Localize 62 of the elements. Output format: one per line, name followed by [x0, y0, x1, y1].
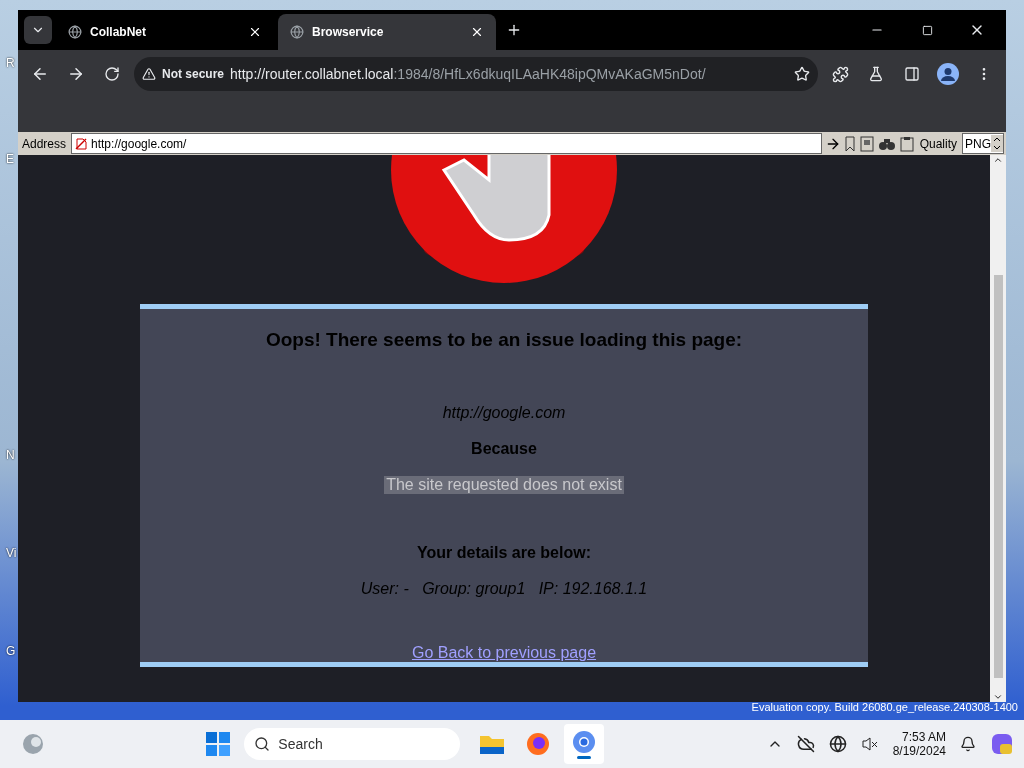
puzzle-icon	[831, 65, 849, 83]
clipboard-icon[interactable]	[898, 135, 915, 152]
desktop-icon-label: G	[6, 644, 16, 658]
address-field[interactable]: http://google.com/	[71, 133, 822, 154]
warning-icon	[142, 67, 156, 81]
desktop-icon-label: Vi	[6, 546, 17, 560]
scroll-down-icon[interactable]	[993, 692, 1003, 702]
reload-icon	[104, 66, 120, 82]
scrollbar[interactable]	[990, 155, 1006, 702]
network-icon[interactable]	[828, 735, 847, 753]
search-icon	[254, 736, 271, 752]
tab-search-button[interactable]	[24, 16, 52, 44]
scrollbar-thumb[interactable]	[993, 275, 1003, 678]
copilot-icon[interactable]	[990, 732, 1014, 756]
maximize-icon	[921, 24, 933, 36]
taskbar-search[interactable]: Search	[244, 728, 461, 760]
clock[interactable]: 7:53 AM 8/19/2024	[892, 730, 946, 758]
desktop-icon-label: E	[6, 152, 14, 166]
start-button[interactable]	[206, 732, 231, 756]
because-label: Because	[471, 440, 537, 458]
error-title: Oops! There seems to be an issue loading this page:	[265, 329, 743, 351]
security-label: Not secure	[162, 67, 225, 81]
speaker-muted-icon[interactable]	[860, 735, 879, 753]
url-text: http://router.collabnet.local:1984/8/HfLx6dkuqILAaHK48ipQMvAKaGM5nDot/	[230, 66, 707, 82]
bookmark-star-icon[interactable]	[794, 66, 810, 82]
avatar-icon	[937, 63, 959, 85]
tab-title: Browservice	[312, 25, 385, 39]
plus-icon	[506, 22, 522, 38]
user-details: User: - Group: group1 IP: 192.168.1.1	[360, 580, 648, 598]
close-icon[interactable]	[470, 25, 484, 39]
browser-tab[interactable]: CollabNet	[56, 14, 274, 50]
notification-icon[interactable]	[960, 736, 976, 752]
blocked-icon	[75, 137, 88, 150]
firefox-icon	[526, 732, 551, 756]
globe-icon	[68, 25, 82, 39]
globe-icon	[290, 25, 304, 39]
requested-url: http://google.com	[442, 404, 566, 422]
cloud-off-icon[interactable]	[796, 735, 815, 753]
save-icon[interactable]	[858, 135, 875, 152]
folder-icon	[479, 733, 506, 755]
scroll-up-icon[interactable]	[993, 155, 1003, 165]
desktop-icon-label: R	[6, 56, 15, 70]
flask-icon	[868, 66, 884, 82]
back-link[interactable]: Go Back to previous page	[411, 644, 597, 662]
arrow-right-icon	[67, 65, 85, 83]
address-label: Address	[21, 136, 68, 151]
quality-select[interactable]: PNG	[962, 133, 1004, 154]
watermark-text: Evaluation copy. Build 26080.ge_release.240308-1400	[751, 701, 1018, 713]
details-title: Your details are below:	[417, 544, 591, 562]
close-icon[interactable]	[248, 25, 262, 39]
taskbar-app[interactable]	[564, 724, 605, 764]
desktop-icon-label: N	[6, 448, 15, 462]
quality-label: Quality	[918, 136, 958, 151]
spinner-arrows-icon	[991, 135, 1003, 152]
tab-title: CollabNet	[90, 25, 147, 39]
address-bar[interactable]: Not secure http://router.collabnet.local:1984/8/HfLx6dkuqILAaHK48ipQMvAKaGM5nDot/	[134, 57, 818, 91]
side-panel-icon	[904, 66, 920, 82]
browser-icon	[572, 729, 597, 754]
bookmark-icon[interactable]	[843, 135, 856, 152]
browser-tab[interactable]: Browservice	[278, 14, 496, 50]
profile-button[interactable]	[934, 60, 962, 88]
error-reason: The site requested does not exist	[384, 476, 624, 494]
